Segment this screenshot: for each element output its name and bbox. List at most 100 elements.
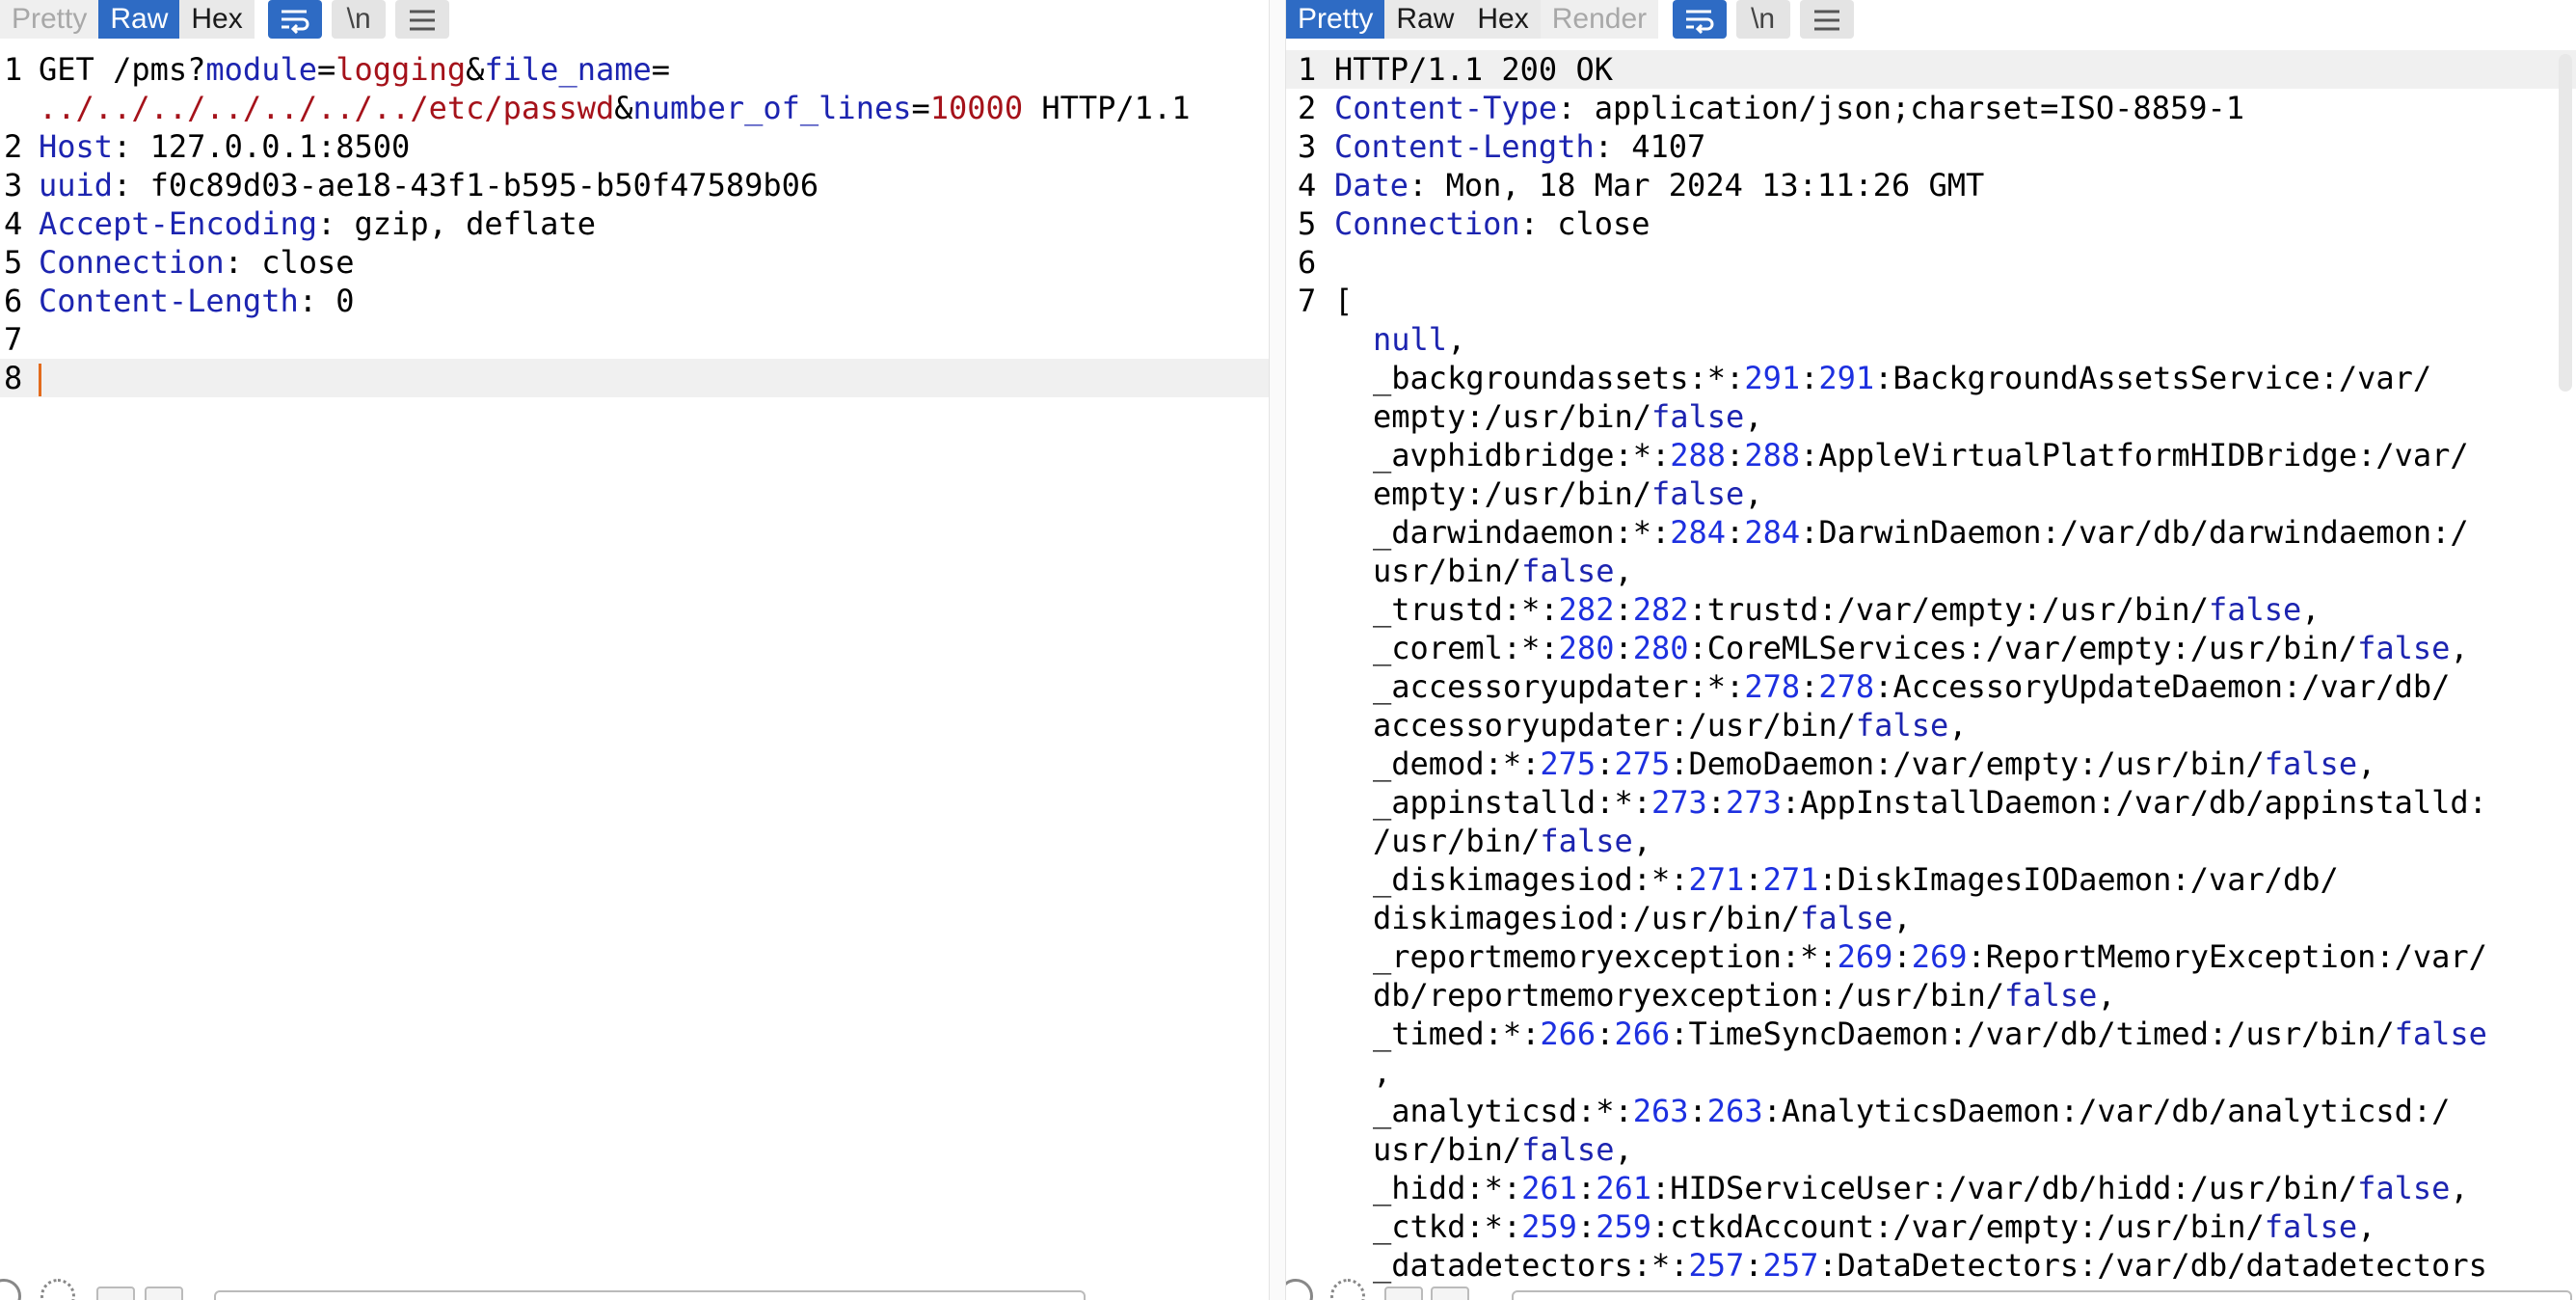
code-line[interactable]: _avphidbridge:*:288:288:AppleVirtualPlat… xyxy=(1286,436,2576,474)
code-line[interactable]: 2 Host: 127.0.0.1:8500 xyxy=(0,127,1269,166)
response-tab-render[interactable]: Render xyxy=(1540,0,1659,39)
newline-icon[interactable]: \n xyxy=(332,0,387,39)
request-editor[interactable]: 1 GET /pms?module=logging&file_name= ../..… xyxy=(0,50,1269,1271)
token-text: HTTP/1.1 xyxy=(1023,90,1191,126)
menu-icon[interactable] xyxy=(395,0,450,39)
next-icon[interactable] xyxy=(145,1286,183,1300)
line-content: empty:/usr/bin/false, xyxy=(1334,474,1763,513)
code-line[interactable]: accessoryupdater:/usr/bin/false, xyxy=(1286,706,2576,745)
response-editor[interactable]: 1 HTTP/1.1 200 OK 2 Content-Type: applicati… xyxy=(1286,50,2576,1284)
code-line[interactable]: _backgroundassets:*:291:291:BackgroundAs… xyxy=(1286,359,2576,397)
prev-icon[interactable] xyxy=(96,1286,135,1300)
token-text: , xyxy=(1892,900,1912,936)
code-line[interactable]: 4 Accept-Encoding: gzip, deflate xyxy=(0,204,1269,243)
token-number: 288 xyxy=(1670,437,1727,474)
help-icon[interactable] xyxy=(1286,1279,1313,1300)
request-tab-raw[interactable]: Raw xyxy=(98,0,180,39)
prev-icon[interactable] xyxy=(1384,1286,1423,1300)
code-line[interactable]: _coreml:*:280:280:CoreMLServices:/var/em… xyxy=(1286,629,2576,667)
request-tab-hex[interactable]: Hex xyxy=(179,0,255,39)
token-text: , xyxy=(2097,977,2116,1014)
code-line[interactable]: _ctkd:*:259:259:ctkdAccount:/var/empty:/… xyxy=(1286,1207,2576,1246)
token-number: 284 xyxy=(1744,514,1801,551)
code-line[interactable]: 2 Content-Type: application/json;charset=… xyxy=(1286,89,2576,127)
code-line[interactable]: 5 Connection: close xyxy=(0,243,1269,282)
token-number: 263 xyxy=(1632,1093,1689,1129)
code-line[interactable]: 6 Content-Length: 0 xyxy=(0,282,1269,320)
code-line[interactable]: 7[ xyxy=(1286,282,2576,320)
response-search-input[interactable] xyxy=(1512,1290,2572,1300)
line-content xyxy=(39,359,41,397)
code-line[interactable]: empty:/usr/bin/false, xyxy=(1286,474,2576,513)
token-text: : close xyxy=(224,244,355,281)
token-key: Content-Length xyxy=(1334,128,1595,165)
line-number: 4 xyxy=(1298,167,1317,203)
response-tab-hex[interactable]: Hex xyxy=(1465,0,1541,39)
code-line[interactable]: _trustd:*:282:282:trustd:/var/empty:/usr… xyxy=(1286,590,2576,629)
wrap-icon[interactable] xyxy=(268,0,323,39)
code-line[interactable]: _reportmemoryexception:*:269:269:ReportM… xyxy=(1286,937,2576,976)
gear-icon[interactable] xyxy=(40,1279,75,1300)
code-line[interactable]: empty:/usr/bin/false, xyxy=(1286,397,2576,436)
code-line[interactable]: 3 Content-Length: 4107 xyxy=(1286,127,2576,166)
token-text: :AnalyticsDaemon:/var/db/analyticsd:/ xyxy=(1762,1093,2451,1129)
token-text: :DiskImagesIODaemon:/var/db/ xyxy=(1818,861,2339,898)
token-number: 259 xyxy=(1596,1208,1651,1245)
code-line[interactable]: _demod:*:275:275:DemoDaemon:/var/empty:/… xyxy=(1286,745,2576,783)
newline-icon[interactable]: \n xyxy=(1735,0,1790,39)
request-tab-pretty[interactable]: Pretty xyxy=(0,0,99,39)
token-text: : 4107 xyxy=(1594,128,1706,165)
code-line[interactable]: , xyxy=(1286,1053,2576,1092)
token-number: 273 xyxy=(1650,784,1707,821)
code-line[interactable]: _darwindaemon:*:284:284:DarwinDaemon:/va… xyxy=(1286,513,2576,552)
code-line[interactable]: 1 HTTP/1.1 200 OK xyxy=(1286,50,2576,89)
code-line[interactable]: 4 Date: Mon, 18 Mar 2024 13:11:26 GMT xyxy=(1286,166,2576,204)
pane-divider[interactable]: ⋮ xyxy=(1269,0,1301,1300)
code-line[interactable]: _analyticsd:*:263:263:AnalyticsDaemon:/v… xyxy=(1286,1092,2576,1130)
code-line[interactable]: _hidd:*:261:261:HIDServiceUser:/var/db/h… xyxy=(1286,1169,2576,1207)
code-line[interactable]: 7 xyxy=(0,320,1269,359)
code-line[interactable]: _timed:*:266:266:TimeSyncDaemon:/var/db/… xyxy=(1286,1015,2576,1053)
code-line[interactable]: usr/bin/false, xyxy=(1286,1130,2576,1169)
next-icon[interactable] xyxy=(1431,1286,1469,1300)
code-line[interactable]: _accessoryupdater:*:278:278:AccessoryUpd… xyxy=(1286,667,2576,706)
code-line[interactable]: _diskimagesiod:*:271:271:DiskImagesIODae… xyxy=(1286,860,2576,899)
code-line[interactable]: 1 GET /pms?module=logging&file_name= xyxy=(0,50,1269,89)
token-literal: null xyxy=(1373,321,1448,358)
code-line[interactable]: 5 Connection: close xyxy=(1286,204,2576,243)
code-line[interactable]: 8 xyxy=(0,359,1269,397)
code-line[interactable]: /usr/bin/false, xyxy=(1286,822,2576,860)
token-text: :BackgroundAssetsService:/var/ xyxy=(1874,360,2432,396)
token-text: : 0 xyxy=(298,283,355,319)
response-tab-raw[interactable]: Raw xyxy=(1384,0,1466,39)
line-content: Connection: close xyxy=(39,243,355,282)
code-line[interactable]: db/reportmemoryexception:/usr/bin/false, xyxy=(1286,976,2576,1015)
wrap-icon[interactable] xyxy=(1672,0,1727,39)
help-icon[interactable] xyxy=(0,1279,21,1300)
request-search-input[interactable] xyxy=(214,1290,1086,1300)
line-content: , xyxy=(1334,1053,1391,1092)
code-line[interactable]: null, xyxy=(1286,320,2576,359)
token-text: = xyxy=(316,51,336,88)
code-line[interactable]: _appinstalld:*:273:273:AppInstallDaemon:… xyxy=(1286,783,2576,822)
code-line[interactable]: ../../../../../../../etc/passwd&number_o… xyxy=(0,89,1269,127)
code-line[interactable]: usr/bin/false, xyxy=(1286,552,2576,590)
token-text: : xyxy=(1744,861,1763,898)
token-text: _demod:*: xyxy=(1373,745,1541,782)
token-literal: false xyxy=(2264,745,2358,782)
request-pane: Pretty Raw Hex \n 1 GET /pms?module=logging… xyxy=(0,0,1269,1300)
menu-icon[interactable] xyxy=(1799,0,1854,39)
line-content: _darwindaemon:*:284:284:DarwinDaemon:/va… xyxy=(1334,513,2469,552)
gear-icon[interactable] xyxy=(1330,1279,1365,1300)
drag-handle-icon[interactable]: ⋮ xyxy=(1275,599,1301,624)
code-line[interactable]: 6 xyxy=(1286,243,2576,282)
code-line[interactable]: 3 uuid: f0c89d03-ae18-43f1-b595-b50f47589… xyxy=(0,166,1269,204)
token-literal: false xyxy=(1540,823,1633,859)
response-scrollbar[interactable] xyxy=(2559,54,2572,392)
line-content: _reportmemoryexception:*:269:269:ReportM… xyxy=(1334,937,2487,976)
response-tab-pretty[interactable]: Pretty xyxy=(1286,0,1385,39)
token-text: _trustd:*: xyxy=(1373,591,1559,628)
token-text: :AccessoryUpdateDaemon:/var/db/ xyxy=(1874,668,2451,705)
code-line[interactable]: diskimagesiod:/usr/bin/false, xyxy=(1286,899,2576,937)
token-literal: false xyxy=(1800,900,1893,936)
